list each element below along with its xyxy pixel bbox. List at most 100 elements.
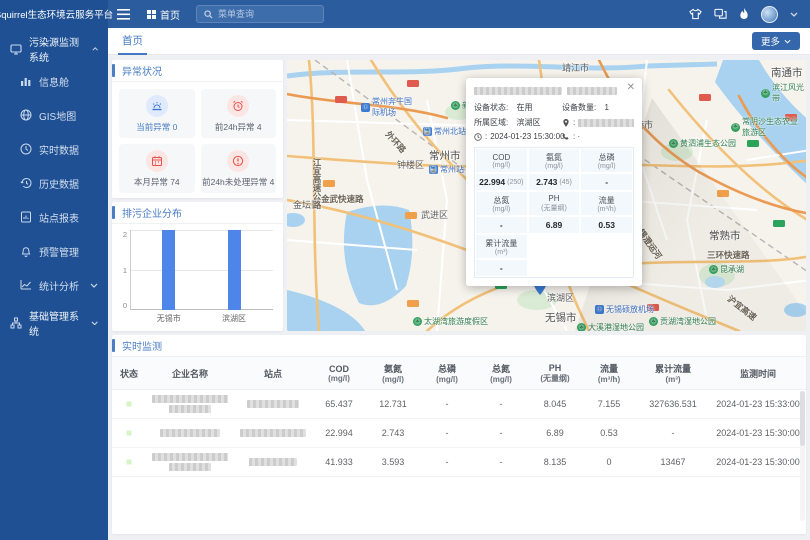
sidebar-item-gis-map[interactable]: GIS地图: [0, 98, 108, 132]
map-label-road: 三环快速路: [707, 249, 750, 261]
poi-train-station[interactable]: 🚆常州北站: [423, 126, 466, 137]
map-label-district: 武进区: [421, 208, 448, 221]
chevron-down-icon: [91, 321, 98, 326]
poi-airport[interactable]: ✈常州奔牛国际机场: [361, 96, 419, 118]
breadcrumb[interactable]: 首页: [139, 7, 188, 22]
sidebar-group-label: 污染源监测系统: [29, 34, 85, 64]
poi-park[interactable]: ♣贡湖湾湿地公园: [649, 316, 716, 327]
poi-park[interactable]: ♣滨江风光带: [761, 82, 806, 104]
redacted-station-name: [234, 456, 312, 468]
sidebar-item-label: GIS地图: [39, 108, 76, 123]
close-icon[interactable]: ✕: [627, 83, 635, 93]
globe-icon: [20, 109, 32, 121]
table-scrollbar[interactable]: [800, 391, 805, 521]
poi-airport[interactable]: ✈无锡硕放机场: [595, 304, 654, 315]
table-row[interactable]: 65.43712.731- -8.0457.155 327636.5312024…: [112, 390, 806, 419]
enterprise-bar-chart: 2 1 0 无锡市: [112, 224, 283, 326]
popup-title-redacted: [474, 87, 634, 95]
card-24h-abnormal[interactable]: 前24h异常 4: [201, 89, 277, 138]
x-tick-label: 无锡市: [157, 313, 181, 324]
sidebar-item-realtime-data[interactable]: 实时数据: [0, 132, 108, 166]
history-icon: [20, 177, 32, 189]
grid-icon: [147, 10, 156, 19]
alert-flame-icon[interactable]: [739, 8, 749, 20]
map-label-district: 滨湖区: [547, 291, 574, 304]
card-value: 74: [170, 177, 179, 187]
card-label: 当前异常: [136, 122, 170, 132]
tab-home[interactable]: 首页: [118, 28, 147, 55]
sidebar-group-base-system[interactable]: 基础管理系统: [0, 308, 108, 338]
sidebar-item-history-data[interactable]: 历史数据: [0, 166, 108, 200]
table-row[interactable]: 22.9942.743- -6.890.53 -2024-01-23 15:30…: [112, 419, 806, 448]
menu-search[interactable]: [196, 5, 324, 23]
realtime-monitor-panel: 实时监测 状态 企业名称 站点 COD(mg/l) 氨氮(mg/l) 总磷(mg…: [112, 335, 806, 534]
map-label-city: 无锡市: [545, 310, 577, 325]
user-menu-caret-icon[interactable]: [790, 10, 798, 19]
clock-icon: [20, 143, 32, 155]
bar-binhu[interactable]: 滨湖区: [228, 230, 241, 310]
redacted-company-name: [474, 87, 562, 95]
search-icon: [204, 10, 213, 19]
bell-icon: [20, 245, 32, 257]
topbar: Squirrel生态环境云服务平台 首页: [0, 0, 810, 28]
sidebar-item-station-report[interactable]: 站点报表: [0, 200, 108, 234]
redacted-company-name: [146, 427, 234, 439]
bar-chart-icon: [20, 75, 32, 87]
sidebar-item-label: 统计分析: [39, 278, 79, 293]
siren-icon: [146, 95, 168, 117]
poi-park[interactable]: ♣大溪港湿地公园: [577, 322, 644, 331]
user-avatar[interactable]: [761, 6, 778, 23]
gridline: [131, 270, 273, 271]
gridline: [131, 230, 273, 231]
popup-metrics-table: COD(mg/l) 氨氮(mg/l) 总磷(mg/l) 22.994(250) …: [474, 147, 634, 278]
sidebar-group-pollution-monitor[interactable]: 污染源监测系统: [0, 34, 108, 64]
chevron-down-icon: [90, 283, 98, 288]
sidebar-collapse-button[interactable]: [108, 0, 139, 28]
y-tick: 1: [123, 266, 127, 275]
chevron-down-icon: [784, 39, 791, 44]
redacted-company-name: [146, 451, 234, 473]
poi-park[interactable]: ♣黄泗浦生态公园: [669, 138, 736, 149]
sidebar-item-statistics[interactable]: 统计分析: [0, 268, 108, 302]
monitor-time: :2024-01-23 15:30:00: [474, 132, 562, 141]
device-status: 设备状态: 在用: [474, 102, 562, 113]
poi-park[interactable]: ♣太湖湾旅游度假区: [413, 316, 488, 327]
bar-wuxi[interactable]: 无锡市: [162, 230, 175, 310]
chevron-up-icon: [92, 47, 98, 51]
sidebar-item-warning-manage[interactable]: 预警管理: [0, 234, 108, 268]
map-label-road: 金武快速路: [321, 193, 364, 205]
sidebar-item-label: 预警管理: [39, 244, 79, 259]
sidebar-item-label: 信息舱: [39, 74, 69, 89]
sitemap-icon: [10, 317, 22, 329]
map-label-city: 南通市: [771, 65, 803, 80]
card-24h-unhandled[interactable]: 前24h未处理异常 4: [201, 144, 277, 193]
report-icon: [20, 211, 32, 223]
redacted-address: [578, 119, 634, 127]
topbar-actions: [689, 6, 810, 23]
card-current-abnormal[interactable]: 当前异常 0: [119, 89, 195, 138]
more-button-label: 更多: [761, 34, 780, 48]
card-month-abnormal[interactable]: 本月异常 74: [119, 144, 195, 193]
poi-train-station[interactable]: 🚆常州站: [429, 164, 464, 175]
map-label-city: 常州市: [429, 148, 461, 163]
gis-map[interactable]: 靖江市 南通市 张家港市 常州市 钟楼区 金坛区 武进区 常熟市 无锡市 滨湖区…: [287, 60, 806, 331]
abnormal-status-panel: 异常状况 当前异常 0: [112, 60, 283, 198]
table-row[interactable]: 41.9333.593- -8.1350 134672024-01-23 15:…: [112, 448, 806, 477]
card-value: 4: [270, 177, 275, 187]
card-label: 前24h异常: [215, 122, 255, 132]
poi-park[interactable]: ♣常阴沙生态农业旅游区: [731, 116, 803, 138]
sidebar-item-info-cabin[interactable]: 信息舱: [0, 64, 108, 98]
redacted-station-name: [234, 427, 312, 439]
theme-shirt-icon[interactable]: [689, 8, 702, 20]
more-button[interactable]: 更多: [752, 32, 800, 50]
poi-lake[interactable]: ♣昆承湖: [709, 264, 744, 275]
calendar-icon: [146, 150, 168, 172]
map-label-road: 江宜高速公路: [311, 158, 323, 209]
search-input[interactable]: [218, 9, 318, 19]
map-label-district: 钟楼区: [397, 158, 424, 171]
fullscreen-icon[interactable]: [714, 8, 727, 20]
x-tick-label: 滨湖区: [222, 313, 246, 324]
x-axis-line: [131, 309, 273, 310]
sidebar-item-label: 实时数据: [39, 142, 79, 157]
sidebar-item-label: 站点报表: [39, 210, 79, 225]
